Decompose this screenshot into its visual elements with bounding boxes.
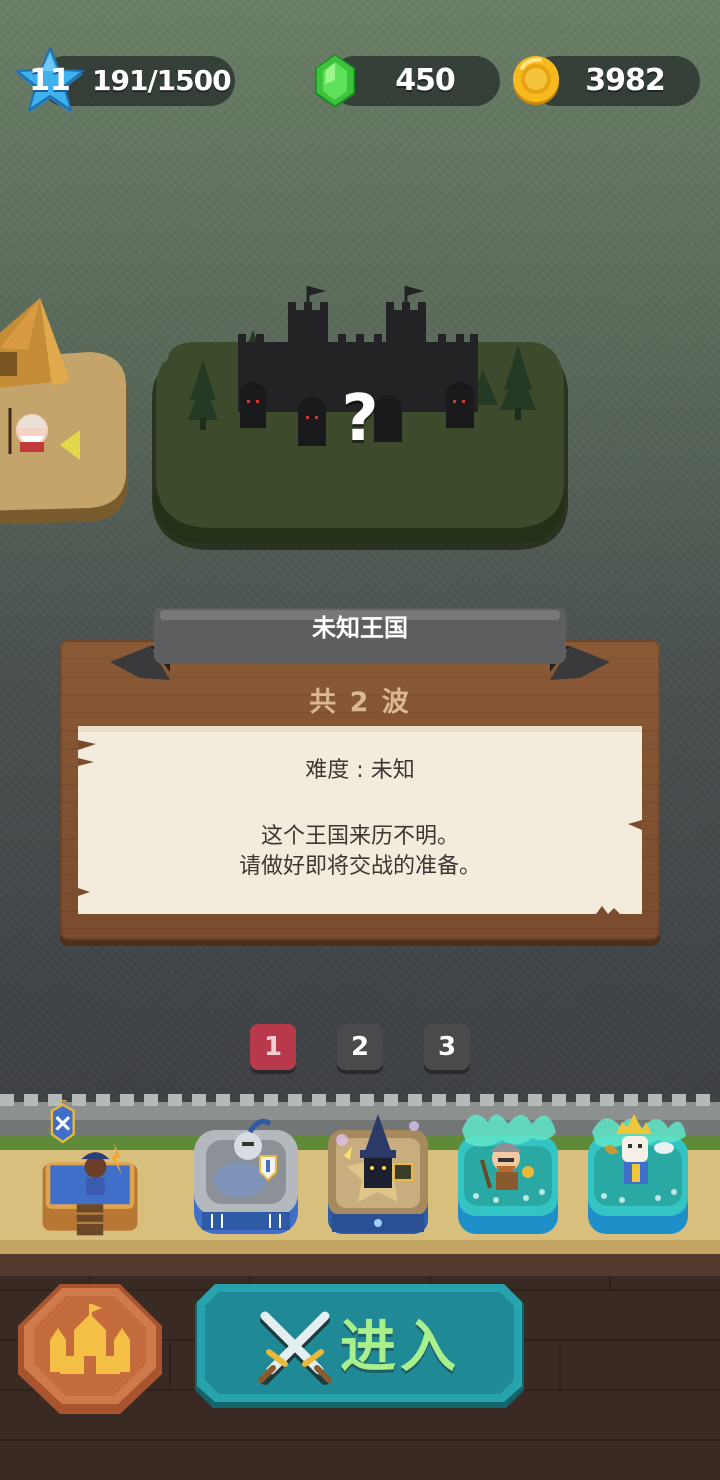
kingdom-description-line1: 这个王国来历不明。 [260,824,459,849]
game-screen: 191/1500 11 450 3982 ? 未知王国 共 2 波 难度: 未… [0,0,720,1480]
kingdom-name: 未知王国 [312,614,408,642]
wizard-tower[interactable] [322,1100,434,1240]
castle-tower[interactable] [34,1100,146,1240]
page-tab-2[interactable]: 2 [337,1024,383,1070]
wave-count: 共 2 波 [309,687,411,718]
gold-coin-icon [513,56,559,105]
paladin-tower[interactable] [582,1100,694,1240]
green-gem-icon [315,54,355,108]
desert-kingdom-island[interactable] [0,290,130,530]
castle-button[interactable] [16,1282,164,1416]
enter-button-label: 进入 [340,1315,460,1380]
barbarian-tower[interactable] [452,1100,564,1240]
xp-value: 191/1500 [92,64,232,97]
page-tab-1[interactable]: 1 [250,1024,296,1070]
page-tab-3[interactable]: 3 [424,1024,470,1070]
coin-count: 3982 [585,63,666,98]
level-number: 11 [29,63,71,98]
mystery-question-mark: ? [341,382,379,456]
kingdom-description-line2: 请做好即将交战的准备。 [238,854,481,879]
gem-count: 450 [395,63,456,98]
knight-tower[interactable] [190,1100,302,1240]
difficulty-label: 难度 : 未知 [305,758,415,783]
